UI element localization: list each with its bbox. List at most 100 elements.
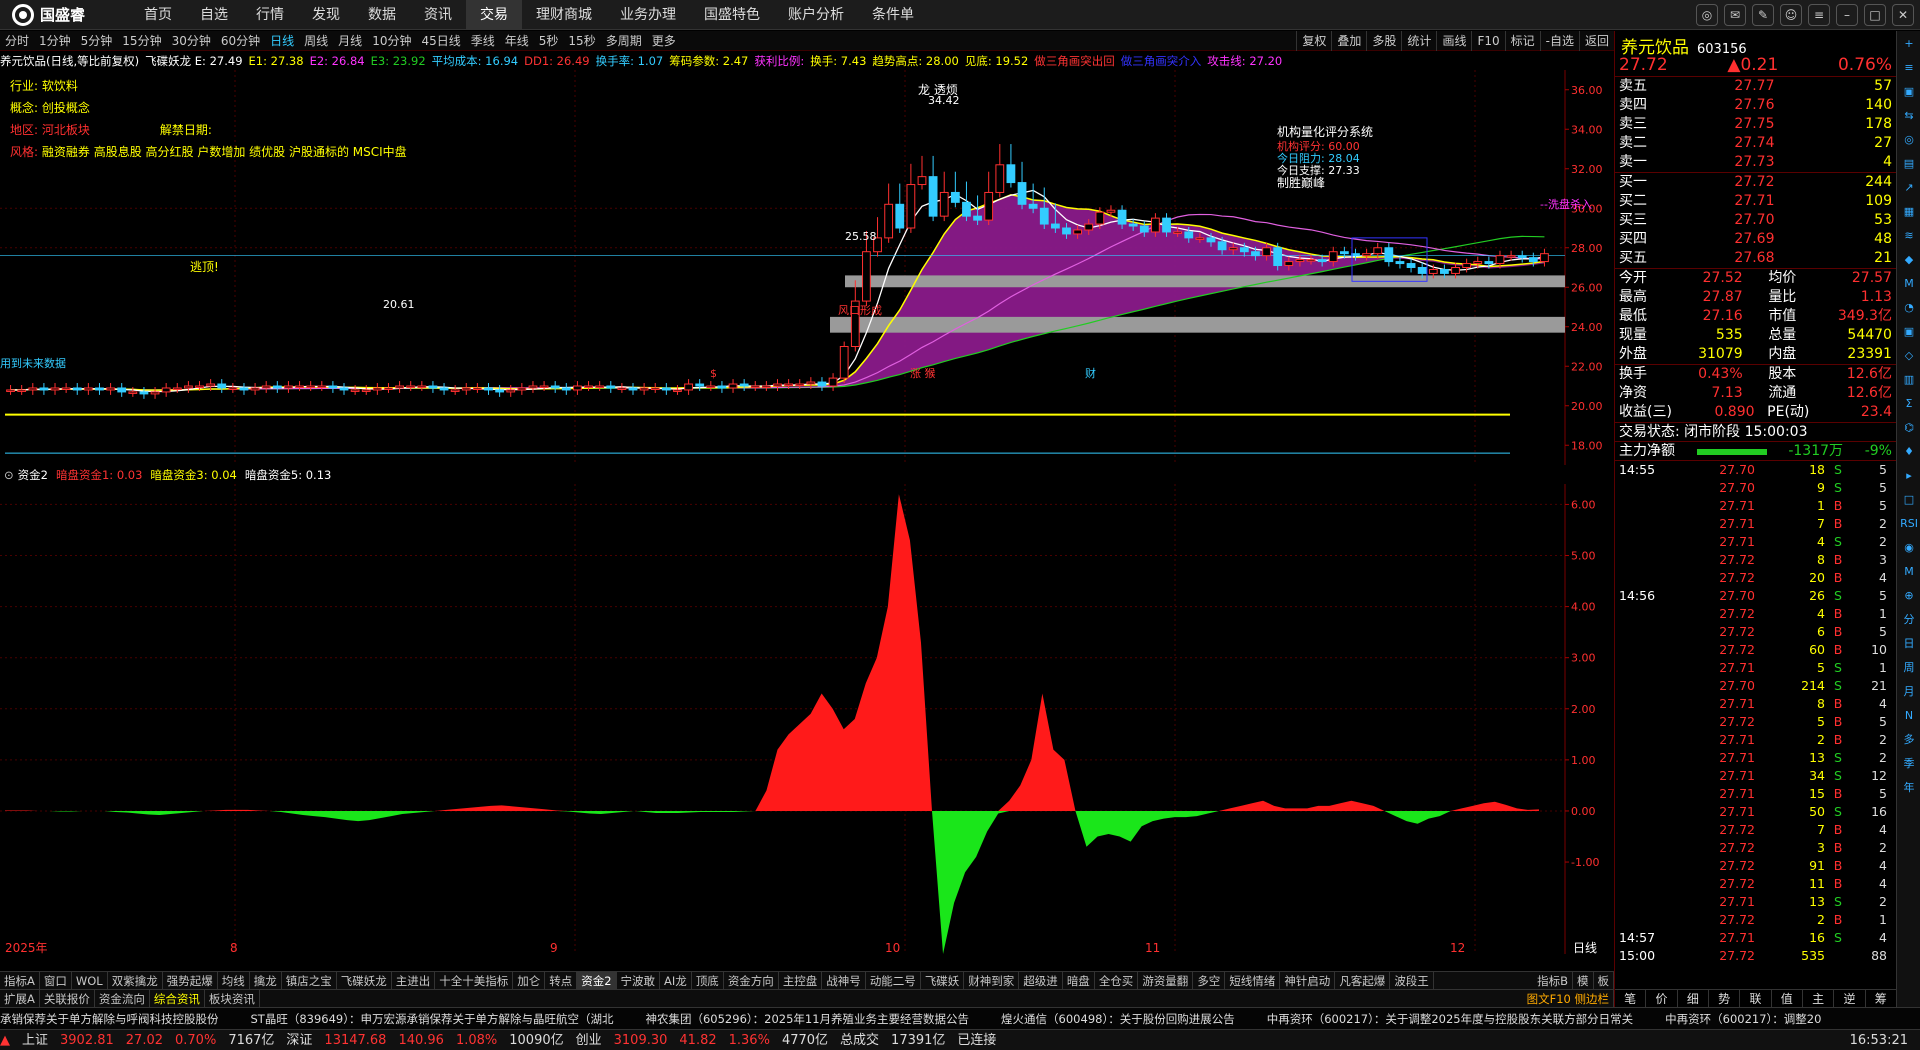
menu-item-7[interactable]: 理财商城 (522, 0, 606, 30)
side-tool-29[interactable]: 多 (1898, 729, 1920, 751)
indicator-tab-right-0[interactable]: 指标B (1533, 972, 1573, 989)
tick-row[interactable]: 27.72 6 B 5 (1615, 623, 1896, 641)
ask-row-1[interactable]: 卖四 27.76 140 (1615, 96, 1896, 115)
indicator-tab-12[interactable]: 转点 (545, 972, 578, 989)
tick-row[interactable]: 27.72 7 B 4 (1615, 821, 1896, 839)
period-10[interactable]: 45日线 (416, 31, 465, 51)
indicator-tab-29[interactable]: 神针启动 (1280, 972, 1336, 989)
user-icon[interactable]: ☺ (1780, 4, 1802, 26)
side-tool-20[interactable]: RSI (1898, 513, 1920, 535)
indicator-tab-16[interactable]: 顶底 (692, 972, 724, 989)
indicator-tab-27[interactable]: 多空 (1193, 972, 1226, 989)
quote-tab-5[interactable]: 值 (1772, 990, 1803, 1007)
period-1[interactable]: 1分钟 (34, 31, 76, 51)
side-tool-8[interactable]: ≋ (1898, 225, 1920, 247)
side-tool-25[interactable]: 日 (1898, 633, 1920, 655)
tool-4[interactable]: 画线 (1436, 31, 1471, 51)
news-item-4[interactable]: 中再资环（600217）：关于调整2025年度与控股股东关联方部分日常关 (1267, 1008, 1633, 1029)
quote-tab-6[interactable]: 主 (1803, 990, 1835, 1007)
tick-row[interactable]: 27.71 5 S 1 (1615, 659, 1896, 677)
tick-row[interactable]: 27.72 2 B 1 (1615, 911, 1896, 929)
side-tool-9[interactable]: ◆ (1898, 249, 1920, 271)
indicator-tab-right-2[interactable]: 板 (1594, 972, 1614, 989)
period-8[interactable]: 月线 (333, 31, 367, 51)
app-logo[interactable]: 国盛睿 (0, 3, 130, 26)
side-tool-3[interactable]: ⇆ (1898, 105, 1920, 127)
ask-row-3[interactable]: 卖二 27.74 27 (1615, 134, 1896, 153)
ext-tab-0[interactable]: 扩展A (0, 990, 40, 1007)
tool-1[interactable]: 叠加 (1331, 31, 1366, 51)
indicator-tab-25[interactable]: 全仓买 (1095, 972, 1139, 989)
menu-item-10[interactable]: 账户分析 (774, 0, 858, 30)
indicator-tab-9[interactable]: 主进出 (392, 972, 436, 989)
tool-0[interactable]: 复权 (1296, 31, 1331, 51)
indicator-tab-30[interactable]: 凡客起爆 (1335, 972, 1391, 989)
tick-row[interactable]: 27.72 3 B 2 (1615, 839, 1896, 857)
ext-tab-4[interactable]: 板块资讯 (205, 990, 260, 1007)
quote-tab-3[interactable]: 势 (1709, 990, 1741, 1007)
side-tool-2[interactable]: ▣ (1898, 81, 1920, 103)
indicator-tab-26[interactable]: 游资量翻 (1138, 972, 1194, 989)
indicator-tab-31[interactable]: 波段王 (1390, 972, 1434, 989)
menu-item-11[interactable]: 条件单 (858, 0, 928, 30)
quote-tab-2[interactable]: 细 (1678, 990, 1709, 1007)
indicator-tab-20[interactable]: 动能二号 (866, 972, 921, 989)
side-tool-26[interactable]: 周 (1898, 657, 1920, 679)
tool-8[interactable]: 返回 (1578, 31, 1614, 51)
ask-row-4[interactable]: 卖一 27.73 4 (1615, 153, 1896, 172)
indicator-tab-4[interactable]: 强势起爆 (163, 972, 218, 989)
indicator-tab-10[interactable]: 十全十美指标 (435, 972, 514, 989)
side-tool-11[interactable]: ◔ (1898, 297, 1920, 319)
bid-row-4[interactable]: 买五 27.68 21 (1615, 249, 1896, 268)
indicator-tab-11[interactable]: 加仑 (513, 972, 546, 989)
menu-item-1[interactable]: 自选 (186, 0, 242, 30)
minimize-icon[interactable]: – (1836, 4, 1858, 26)
tick-row[interactable]: 27.71 13 S 2 (1615, 893, 1896, 911)
side-tool-28[interactable]: N (1898, 705, 1920, 727)
menu-item-0[interactable]: 首页 (130, 0, 186, 30)
quote-tab-7[interactable]: 逆 (1834, 990, 1866, 1007)
side-tool-22[interactable]: M (1898, 561, 1920, 583)
menu-icon[interactable]: ≡ (1808, 4, 1830, 26)
ask-row-2[interactable]: 卖三 27.75 178 (1615, 115, 1896, 134)
bid-row-1[interactable]: 买二 27.71 109 (1615, 192, 1896, 211)
tool-6[interactable]: 标记 (1504, 31, 1540, 51)
side-tool-27[interactable]: 月 (1898, 681, 1920, 703)
indicator-tab-24[interactable]: 暗盘 (1063, 972, 1095, 989)
side-tool-15[interactable]: Σ (1898, 393, 1920, 415)
quote-tab-1[interactable]: 价 (1646, 990, 1678, 1007)
tick-row[interactable]: 27.72 60 B 10 (1615, 641, 1896, 659)
indicator-tab-22[interactable]: 财神到家 (964, 972, 1020, 989)
indicator-tab-6[interactable]: 擒龙 (250, 972, 282, 989)
skin-icon[interactable]: ✎ (1752, 4, 1774, 26)
fund-flow-chart[interactable]: 6.00 5.00 4.00 3.00 2.00 1.00 0.00 -1.00 2025年 8 9… (0, 484, 1614, 954)
sidebar-toggle[interactable]: 图文F10 侧边栏 (1523, 990, 1614, 1007)
tick-row[interactable]: 27.71 8 B 4 (1615, 695, 1896, 713)
menu-item-3[interactable]: 发现 (298, 0, 354, 30)
side-tool-19[interactable]: □ (1898, 489, 1920, 511)
side-tool-24[interactable]: 分 (1898, 609, 1920, 631)
tick-row[interactable]: 27.72 20 B 4 (1615, 569, 1896, 587)
indicator-tab-19[interactable]: 战神号 (822, 972, 866, 989)
ask-row-0[interactable]: 卖五 27.77 57 (1615, 77, 1896, 96)
period-6[interactable]: 日线 (265, 31, 299, 51)
tool-5[interactable]: F10 (1471, 31, 1504, 51)
period-3[interactable]: 15分钟 (117, 31, 166, 51)
tool-7[interactable]: -自选 (1539, 31, 1579, 51)
side-tool-31[interactable]: 年 (1898, 777, 1920, 799)
indicator-tab-21[interactable]: 飞碟妖 (921, 972, 965, 989)
side-tool-1[interactable]: ≡ (1898, 57, 1920, 79)
side-tool-13[interactable]: ◇ (1898, 345, 1920, 367)
mail-icon[interactable]: ✉ (1724, 4, 1746, 26)
period-7[interactable]: 周线 (299, 31, 333, 51)
indicator-tab-18[interactable]: 主控盘 (779, 972, 823, 989)
tick-row[interactable]: 27.71 15 B 5 (1615, 785, 1896, 803)
tool-2[interactable]: 多股 (1366, 31, 1401, 51)
period-15[interactable]: 多周期 (601, 31, 647, 51)
tick-row[interactable]: 27.71 1 B 5 (1615, 497, 1896, 515)
tick-row[interactable]: 27.72 91 B 4 (1615, 857, 1896, 875)
tick-row[interactable]: 27.71 7 B 2 (1615, 515, 1896, 533)
menu-item-8[interactable]: 业务办理 (606, 0, 690, 30)
menu-item-2[interactable]: 行情 (242, 0, 298, 30)
tick-row[interactable]: 27.71 13 S 2 (1615, 749, 1896, 767)
